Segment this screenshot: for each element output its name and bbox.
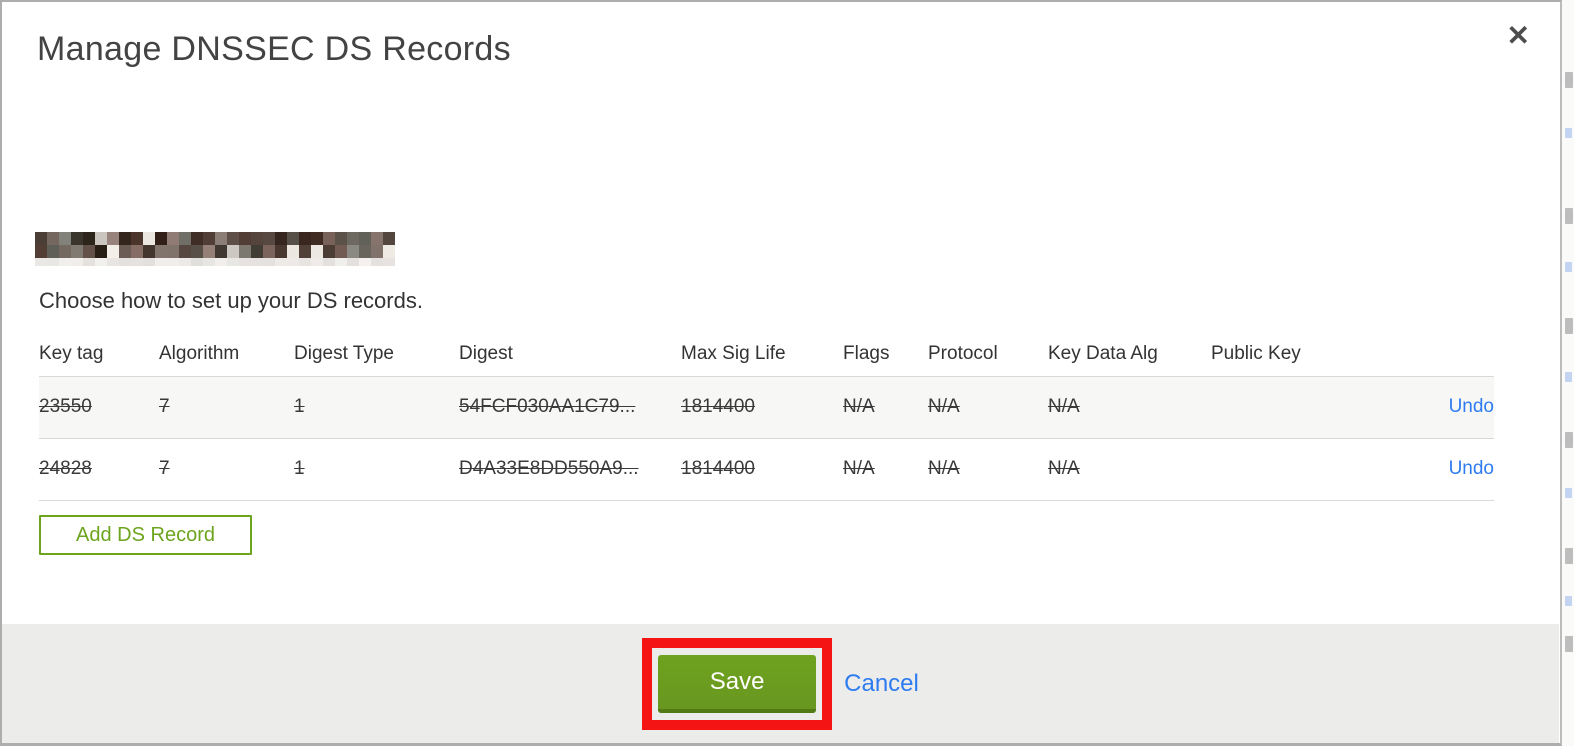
- column-header-public-key: Public Key: [1211, 342, 1301, 364]
- background-page-strip: [1562, 0, 1574, 746]
- undo-link[interactable]: Undo: [1449, 396, 1494, 417]
- background-content-fragment: [1565, 72, 1573, 88]
- ds-records-table: Key tag Algorithm Digest Type Digest Max…: [39, 332, 1494, 501]
- cell-algorithm: 7: [159, 396, 170, 417]
- cell-key-tag: 23550: [39, 396, 92, 417]
- cell-protocol: N/A: [928, 458, 960, 479]
- cell-flags: N/A: [843, 396, 875, 417]
- cell-public-key: [1211, 376, 1411, 438]
- table-header-row: Key tag Algorithm Digest Type Digest Max…: [39, 332, 1494, 376]
- background-content-fragment: [1565, 128, 1572, 138]
- setup-instruction-text: Choose how to set up your DS records.: [39, 288, 423, 313]
- column-header-action: [1411, 332, 1494, 376]
- cell-max-sig-life: 1814400: [681, 396, 755, 417]
- undo-link[interactable]: Undo: [1449, 458, 1494, 479]
- domain-name-redacted: [35, 232, 395, 266]
- red-highlight-annotation: Save: [642, 637, 833, 730]
- background-content-fragment: [1565, 636, 1573, 652]
- background-content-fragment: [1565, 262, 1572, 272]
- background-content-fragment: [1565, 372, 1572, 382]
- column-header-algorithm: Algorithm: [159, 342, 240, 364]
- column-header-digest-type: Digest Type: [294, 342, 394, 364]
- cell-digest: 54FCF030AA1C79...: [459, 396, 636, 417]
- background-content-fragment: [1565, 432, 1573, 448]
- dialog-title: Manage DNSSEC DS Records: [37, 30, 511, 68]
- close-icon[interactable]: ✕: [1507, 22, 1530, 50]
- cell-key-tag: 24828: [39, 458, 92, 479]
- background-content-fragment: [1565, 318, 1573, 334]
- column-header-key-tag: Key tag: [39, 342, 104, 364]
- cell-digest-type: 1: [294, 396, 305, 417]
- column-header-max-sig-life: Max Sig Life: [681, 342, 786, 364]
- background-content-fragment: [1565, 488, 1572, 498]
- manage-dnssec-ds-records-dialog: Manage DNSSEC DS Records ✕ Choose how to…: [0, 0, 1562, 746]
- cell-algorithm: 7: [159, 458, 170, 479]
- cell-key-data-alg: N/A: [1048, 396, 1080, 417]
- dialog-footer: Save Cancel: [2, 624, 1559, 743]
- screen: Manage DNSSEC DS Records ✕ Choose how to…: [0, 0, 1574, 746]
- column-header-flags: Flags: [843, 342, 890, 364]
- column-header-protocol: Protocol: [928, 342, 998, 364]
- cell-key-data-alg: N/A: [1048, 458, 1080, 479]
- cell-flags: N/A: [843, 458, 875, 479]
- column-header-digest: Digest: [459, 342, 513, 364]
- background-content-fragment: [1565, 596, 1572, 606]
- cell-digest: D4A33E8DD550A9...: [459, 458, 639, 479]
- table-row: 24828 7 1 D4A33E8DD550A9... 1814400 N/A …: [39, 438, 1494, 500]
- cell-max-sig-life: 1814400: [681, 458, 755, 479]
- cell-protocol: N/A: [928, 396, 960, 417]
- column-header-key-data-alg: Key Data Alg: [1048, 342, 1158, 364]
- table-row: 23550 7 1 54FCF030AA1C79... 1814400 N/A …: [39, 376, 1494, 438]
- background-content-fragment: [1565, 208, 1573, 224]
- background-content-fragment: [1565, 548, 1573, 564]
- cell-public-key: [1211, 438, 1411, 500]
- add-ds-record-button[interactable]: Add DS Record: [39, 515, 252, 555]
- cancel-link[interactable]: Cancel: [844, 670, 919, 698]
- cell-digest-type: 1: [294, 458, 305, 479]
- save-button[interactable]: Save: [658, 654, 817, 713]
